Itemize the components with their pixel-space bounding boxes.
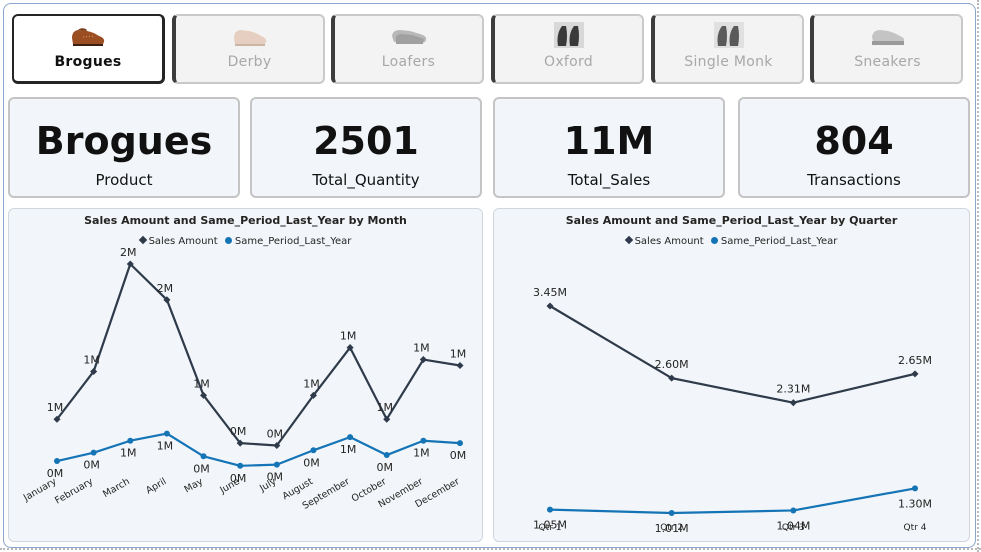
sales-amount-data-label: 2.65M <box>898 354 932 367</box>
last-year-marker <box>200 453 207 460</box>
slicer-tab-derby[interactable]: Derby <box>172 14 325 84</box>
last-year-marker <box>912 485 918 492</box>
last-year-data-label: 1M <box>120 447 137 460</box>
kpi-value: 2501 <box>313 119 419 163</box>
x-axis-tick-label: February <box>53 476 95 507</box>
slicer-tab-loafers[interactable]: Loafers <box>331 14 484 84</box>
sales-amount-data-label: 2.60M <box>655 358 689 371</box>
x-axis-tick-label: Qtr 3 <box>782 523 805 533</box>
oxford-shoe-icon <box>553 22 584 48</box>
last-year-data-label: 0M <box>450 449 467 462</box>
sales-amount-data-label: 2M <box>157 282 174 295</box>
kpi-card-total-quantity: 2501 Total_Quantity <box>250 97 482 198</box>
kpi-label: Total_Quantity <box>312 171 420 189</box>
slicer-tab-sneakers[interactable]: Sneakers <box>810 14 963 84</box>
sales-amount-data-label: 0M <box>230 425 247 438</box>
kpi-value: 11M <box>563 119 655 163</box>
last-year-data-label: 0M <box>83 459 100 472</box>
last-year-marker <box>347 434 354 441</box>
loafer-shoe-icon <box>391 30 426 44</box>
x-axis-tick-label: January <box>21 476 59 504</box>
last-year-data-label: 0M <box>303 456 320 469</box>
canvas-bottom-edge <box>0 548 981 552</box>
quarter-line-chart: 3.45M2.60M2.31M2.65M1.05M 1.01M 1.04M1.30M… <box>533 286 932 535</box>
slicer-tab-label: Brogues <box>54 54 122 70</box>
x-axis-tick-label: Qtr 4 <box>904 523 927 533</box>
brogue-shoe-icon <box>72 28 105 46</box>
last-year-marker <box>790 507 797 514</box>
sales-amount-data-label: 1M <box>340 330 357 343</box>
last-year-marker <box>383 452 390 459</box>
slicer-tab-label: Sneakers <box>854 54 921 70</box>
sales-amount-data-label: 1M <box>47 401 64 414</box>
x-axis-tick-label: Qtr 2 <box>660 523 683 533</box>
last-year-marker <box>273 461 280 468</box>
sales-amount-data-label: 3.45M <box>533 286 567 299</box>
slicer-tab-label: Derby <box>227 54 272 70</box>
kpi-label: Total_Sales <box>567 171 651 189</box>
last-year-data-label: 0M <box>376 461 393 474</box>
slicer-tab-oxford[interactable]: Oxford <box>491 14 644 84</box>
slicer-tab-single-monk[interactable]: Single Monk <box>651 14 804 84</box>
chart-panel-quarter[interactable]: Sales Amount and Same_Period_Last_Year b… <box>493 208 970 542</box>
sales-amount-marker <box>456 361 464 370</box>
sneaker-shoe-icon <box>871 30 904 45</box>
derby-shoe-icon <box>233 30 266 46</box>
sales-amount-data-label: 1M <box>450 348 467 361</box>
last-year-marker <box>547 506 553 513</box>
last-year-line <box>56 432 461 467</box>
monk-shoe-icon <box>713 22 744 48</box>
sales-amount-data-label: 1M <box>413 342 430 355</box>
slicer-tab-brogues[interactable]: Brogues <box>12 14 165 84</box>
kpi-value: Brogues <box>35 119 213 163</box>
sales-amount-data-label: 1M <box>83 353 100 366</box>
kpi-label: Product <box>95 171 153 189</box>
sales-amount-data-label: 0M <box>267 428 284 441</box>
kpi-card-total-sales: 11M Total_Sales <box>493 97 725 198</box>
x-axis-tick-label: April <box>144 476 168 496</box>
canvas-right-edge <box>977 0 981 552</box>
last-year-marker <box>127 437 134 444</box>
last-year-marker <box>54 458 60 465</box>
last-year-marker <box>310 447 317 454</box>
sales-amount-marker <box>911 370 919 378</box>
kpi-card-product: Brogues Product <box>8 97 240 198</box>
slicer-tab-label: Single Monk <box>684 54 773 70</box>
last-year-marker <box>163 430 170 437</box>
x-axis-tick-label: March <box>101 476 132 500</box>
sales-amount-data-label: 2.31M <box>776 383 810 396</box>
kpi-value: 804 <box>814 119 894 163</box>
sales-amount-line <box>549 305 916 404</box>
last-year-marker <box>237 462 244 469</box>
kpi-card-transactions: 804 Transactions <box>738 97 970 198</box>
sales-amount-data-label: 2M <box>120 246 137 259</box>
sales-amount-line <box>56 262 461 447</box>
sales-amount-data-label: 1M <box>376 401 393 414</box>
x-axis-tick-label: Qtr 1 <box>539 523 562 533</box>
last-year-data-label: 1M <box>413 447 430 460</box>
x-axis-tick-label: May <box>183 476 206 496</box>
month-line-chart: 1M1M2M2M1M0M 0M1M1M1M1M 1M0M0M1M1M0M0M 0M0M… <box>21 246 467 512</box>
last-year-data-label: 0M <box>193 462 210 475</box>
last-year-data-label: 1M <box>340 443 357 456</box>
sales-amount-data-label: 1M <box>303 377 320 390</box>
last-year-data-label: 1M <box>157 440 174 453</box>
sales-amount-marker <box>789 399 797 407</box>
slicer-tab-label: Loafers <box>381 54 436 70</box>
last-year-line <box>549 487 916 515</box>
kpi-label: Transactions <box>807 171 901 189</box>
last-year-marker <box>90 449 97 456</box>
last-year-marker <box>420 437 427 444</box>
slicer-tab-label: Oxford <box>544 54 593 70</box>
last-year-marker <box>457 440 463 447</box>
sales-amount-data-label: 1M <box>193 377 210 390</box>
chart-panel-month[interactable]: Sales Amount and Same_Period_Last_Year b… <box>8 208 483 542</box>
last-year-data-label: 1.30M <box>898 497 932 510</box>
last-year-marker <box>668 510 675 516</box>
